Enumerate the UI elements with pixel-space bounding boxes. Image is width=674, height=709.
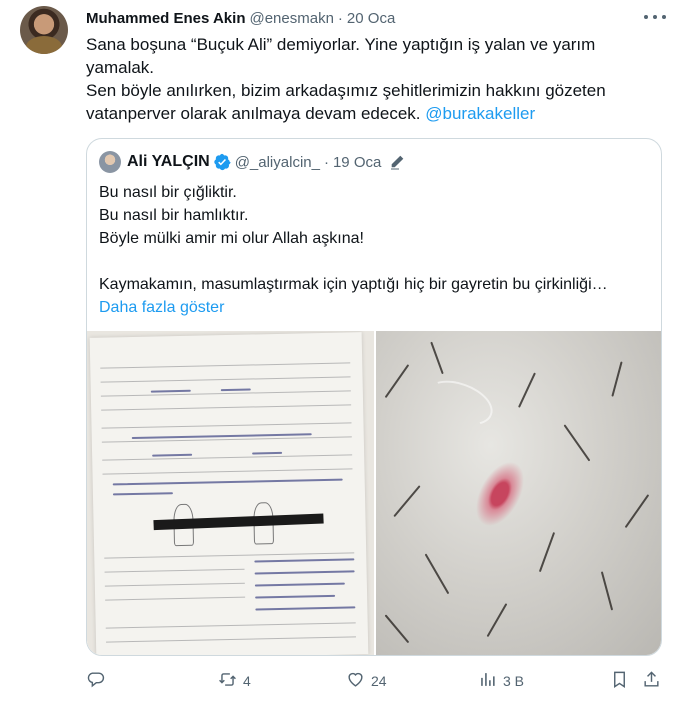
tweet-date[interactable]: 20 Oca (347, 10, 395, 27)
hair-strand (384, 364, 409, 398)
hair-strand (393, 485, 421, 517)
show-more-link[interactable]: Daha fazla göster (99, 296, 651, 319)
tweet-header: Muhammed Enes Akin @enesmakn · 20 Oca (86, 8, 395, 28)
tweet-text-last-line: vatanperver olarak anılmaya devam edecek… (86, 102, 656, 125)
form-rule (102, 454, 353, 461)
handwriting-stroke (255, 594, 336, 599)
views-chart-icon (478, 670, 497, 692)
verified-badge-icon (213, 153, 231, 171)
handwriting-stroke (254, 570, 355, 575)
form-rule (105, 596, 246, 601)
more-dots-icon[interactable] (644, 9, 666, 25)
form-rule (106, 636, 356, 643)
mention-link[interactable]: @burakakeller (425, 104, 535, 123)
quoted-text-line: Bu nasıl bir çığliktir. (99, 184, 237, 201)
hair-strand (518, 372, 536, 408)
retweet-button[interactable]: 4 (218, 668, 251, 694)
form-rule (104, 568, 245, 573)
form-rule (100, 362, 351, 369)
form-rule (104, 582, 245, 587)
like-count: 24 (371, 673, 387, 689)
heart-icon (346, 670, 365, 692)
quoted-tweet-text: Bu nasıl bir çığliktir. Bu nasıl bir ham… (99, 181, 651, 319)
wound-mark (465, 453, 535, 535)
bookmark-icon (610, 670, 629, 692)
retweet-count: 4 (243, 673, 251, 689)
views-button[interactable]: 3 B (478, 668, 524, 694)
quoted-text-line: Böyle mülki amir mi olur Allah aşkına! (99, 230, 364, 247)
form-rule (100, 390, 351, 397)
tweet-text-segment: vatanperver olarak anılmaya devam edecek… (86, 104, 421, 123)
form-rule (105, 622, 356, 629)
edited-pen-icon (389, 154, 405, 170)
quoted-tweet-date: 19 Oca (332, 153, 382, 171)
hair-strand (430, 341, 444, 375)
handwriting-stroke (220, 388, 251, 392)
tweet-text-line: Sana boşuna “Buçuk Ali” demiyorlar. Yine… (86, 35, 596, 54)
hair-strand (600, 571, 613, 611)
handwriting-stroke (112, 492, 173, 496)
reply-button[interactable] (86, 668, 111, 694)
form-rule (101, 404, 352, 411)
author-avatar[interactable] (20, 6, 68, 54)
hair-strand (486, 603, 507, 637)
action-bar: 4 24 3 B (86, 668, 664, 694)
separator-dot: · (323, 153, 329, 171)
separator-dot: · (337, 9, 343, 27)
medical-report-photo[interactable] (87, 331, 374, 655)
handwriting-stroke (255, 606, 356, 611)
hair-strand (563, 424, 590, 462)
author-handle[interactable]: @enesmakn (249, 10, 333, 27)
hair-strand (424, 553, 449, 595)
form-rule (100, 376, 351, 383)
form-rule (101, 422, 352, 429)
tweet-text: Sana boşuna “Buçuk Ali” demiyorlar. Yine… (86, 33, 656, 125)
tweet[interactable]: Muhammed Enes Akin @enesmakn · 20 Oca Sa… (0, 0, 674, 709)
handwriting-stroke (112, 478, 343, 486)
injury-photo[interactable] (376, 331, 661, 655)
quoted-media (87, 331, 661, 655)
share-button[interactable] (642, 668, 661, 694)
hair-strand (538, 532, 555, 572)
hair-strand (384, 614, 409, 644)
handwriting-stroke (150, 389, 191, 393)
scar-mark (419, 372, 499, 434)
handwriting-stroke (252, 451, 283, 455)
quoted-tweet-header: Ali YALÇIN @_aliyalcin_ · 19 Oca (99, 151, 405, 173)
quoted-author-avatar (99, 151, 121, 173)
quoted-text-line (99, 250, 651, 273)
retweet-icon (218, 670, 237, 692)
form-rule (102, 468, 353, 475)
author-name[interactable]: Muhammed Enes Akin (86, 10, 245, 27)
quoted-text-line: Kaymakamın, masumlaştırmak için yaptığı … (99, 276, 608, 293)
form-rule (104, 552, 355, 559)
quoted-text-line: Bu nasıl bir hamlıktır. (99, 207, 249, 224)
quoted-tweet[interactable]: Ali YALÇIN @_aliyalcin_ · 19 Oca Bu nası… (86, 138, 662, 656)
reply-icon (86, 670, 105, 692)
quoted-author-handle: @_aliyalcin_ (234, 153, 320, 171)
hair-strand (624, 494, 649, 528)
handwriting-stroke (152, 453, 193, 457)
handwriting-stroke (254, 558, 355, 563)
handwriting-stroke (254, 582, 345, 587)
share-icon (642, 670, 661, 692)
bookmark-button[interactable] (610, 668, 629, 694)
report-paper (89, 332, 369, 655)
like-button[interactable]: 24 (346, 668, 387, 694)
quoted-author-name: Ali YALÇIN (127, 153, 210, 170)
views-count: 3 B (503, 673, 525, 689)
tweet-text-line: yamalak. (86, 58, 155, 77)
hair-strand (611, 361, 623, 397)
tweet-text-line: Sen böyle anılırken, bizim arkadaşımız ş… (86, 81, 606, 100)
